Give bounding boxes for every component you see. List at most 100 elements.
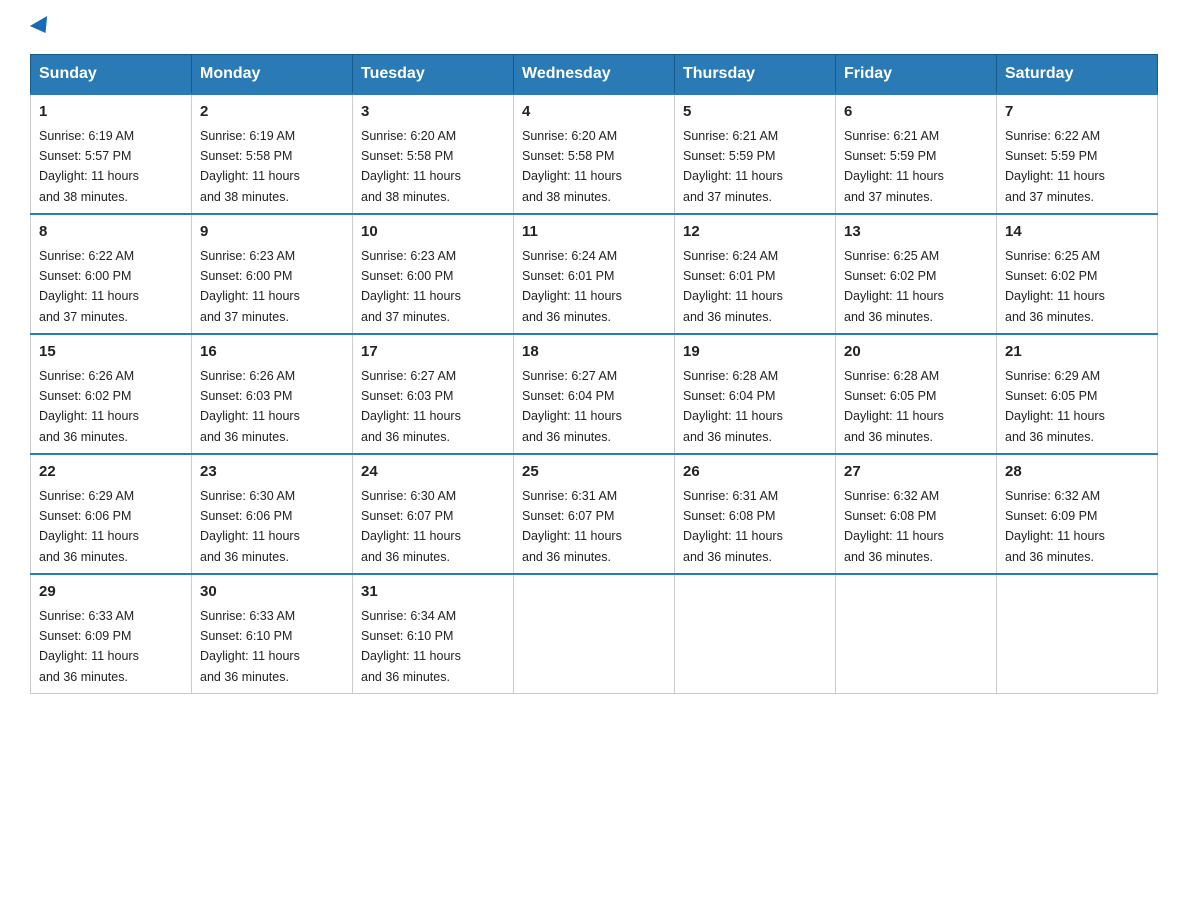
day-info: Sunrise: 6:23 AMSunset: 6:00 PMDaylight:… (200, 249, 300, 324)
calendar-day-cell: 12 Sunrise: 6:24 AMSunset: 6:01 PMDaylig… (675, 214, 836, 334)
day-number: 28 (1005, 461, 1149, 484)
day-info: Sunrise: 6:21 AMSunset: 5:59 PMDaylight:… (844, 129, 944, 204)
day-number: 8 (39, 221, 183, 244)
calendar-day-cell: 19 Sunrise: 6:28 AMSunset: 6:04 PMDaylig… (675, 334, 836, 454)
day-number: 3 (361, 101, 505, 124)
day-info: Sunrise: 6:20 AMSunset: 5:58 PMDaylight:… (361, 129, 461, 204)
day-info: Sunrise: 6:30 AMSunset: 6:06 PMDaylight:… (200, 489, 300, 564)
calendar-day-cell: 8 Sunrise: 6:22 AMSunset: 6:00 PMDayligh… (31, 214, 192, 334)
calendar-day-cell: 24 Sunrise: 6:30 AMSunset: 6:07 PMDaylig… (353, 454, 514, 574)
calendar-week-row: 8 Sunrise: 6:22 AMSunset: 6:00 PMDayligh… (31, 214, 1158, 334)
day-number: 15 (39, 341, 183, 364)
calendar-day-cell: 2 Sunrise: 6:19 AMSunset: 5:58 PMDayligh… (192, 94, 353, 214)
day-info: Sunrise: 6:33 AMSunset: 6:09 PMDaylight:… (39, 609, 139, 684)
day-info: Sunrise: 6:31 AMSunset: 6:07 PMDaylight:… (522, 489, 622, 564)
day-info: Sunrise: 6:28 AMSunset: 6:04 PMDaylight:… (683, 369, 783, 444)
calendar-day-cell: 7 Sunrise: 6:22 AMSunset: 5:59 PMDayligh… (997, 94, 1158, 214)
calendar-day-cell: 22 Sunrise: 6:29 AMSunset: 6:06 PMDaylig… (31, 454, 192, 574)
day-number: 10 (361, 221, 505, 244)
day-number: 13 (844, 221, 988, 244)
day-number: 20 (844, 341, 988, 364)
day-of-week-header: Thursday (675, 55, 836, 95)
day-info: Sunrise: 6:19 AMSunset: 5:57 PMDaylight:… (39, 129, 139, 204)
calendar-header-row: SundayMondayTuesdayWednesdayThursdayFrid… (31, 55, 1158, 95)
calendar-day-cell: 28 Sunrise: 6:32 AMSunset: 6:09 PMDaylig… (997, 454, 1158, 574)
day-number: 19 (683, 341, 827, 364)
day-number: 23 (200, 461, 344, 484)
calendar-day-cell: 3 Sunrise: 6:20 AMSunset: 5:58 PMDayligh… (353, 94, 514, 214)
day-info: Sunrise: 6:32 AMSunset: 6:09 PMDaylight:… (1005, 489, 1105, 564)
day-number: 30 (200, 581, 344, 604)
day-number: 26 (683, 461, 827, 484)
day-info: Sunrise: 6:27 AMSunset: 6:04 PMDaylight:… (522, 369, 622, 444)
calendar-day-cell (997, 574, 1158, 694)
day-number: 12 (683, 221, 827, 244)
calendar-day-cell: 30 Sunrise: 6:33 AMSunset: 6:10 PMDaylig… (192, 574, 353, 694)
day-info: Sunrise: 6:22 AMSunset: 6:00 PMDaylight:… (39, 249, 139, 324)
day-info: Sunrise: 6:26 AMSunset: 6:02 PMDaylight:… (39, 369, 139, 444)
calendar-day-cell: 20 Sunrise: 6:28 AMSunset: 6:05 PMDaylig… (836, 334, 997, 454)
day-info: Sunrise: 6:26 AMSunset: 6:03 PMDaylight:… (200, 369, 300, 444)
calendar-day-cell: 21 Sunrise: 6:29 AMSunset: 6:05 PMDaylig… (997, 334, 1158, 454)
day-of-week-header: Tuesday (353, 55, 514, 95)
day-info: Sunrise: 6:34 AMSunset: 6:10 PMDaylight:… (361, 609, 461, 684)
day-number: 25 (522, 461, 666, 484)
day-info: Sunrise: 6:28 AMSunset: 6:05 PMDaylight:… (844, 369, 944, 444)
calendar-day-cell: 29 Sunrise: 6:33 AMSunset: 6:09 PMDaylig… (31, 574, 192, 694)
calendar-day-cell: 13 Sunrise: 6:25 AMSunset: 6:02 PMDaylig… (836, 214, 997, 334)
calendar-day-cell: 5 Sunrise: 6:21 AMSunset: 5:59 PMDayligh… (675, 94, 836, 214)
day-number: 31 (361, 581, 505, 604)
calendar-day-cell (675, 574, 836, 694)
day-of-week-header: Wednesday (514, 55, 675, 95)
calendar-day-cell: 25 Sunrise: 6:31 AMSunset: 6:07 PMDaylig… (514, 454, 675, 574)
day-info: Sunrise: 6:19 AMSunset: 5:58 PMDaylight:… (200, 129, 300, 204)
day-info: Sunrise: 6:29 AMSunset: 6:06 PMDaylight:… (39, 489, 139, 564)
calendar-day-cell: 15 Sunrise: 6:26 AMSunset: 6:02 PMDaylig… (31, 334, 192, 454)
calendar-day-cell: 10 Sunrise: 6:23 AMSunset: 6:00 PMDaylig… (353, 214, 514, 334)
logo-triangle-icon (30, 16, 54, 38)
calendar-day-cell: 26 Sunrise: 6:31 AMSunset: 6:08 PMDaylig… (675, 454, 836, 574)
day-number: 5 (683, 101, 827, 124)
calendar-day-cell: 16 Sunrise: 6:26 AMSunset: 6:03 PMDaylig… (192, 334, 353, 454)
day-number: 24 (361, 461, 505, 484)
calendar-day-cell: 23 Sunrise: 6:30 AMSunset: 6:06 PMDaylig… (192, 454, 353, 574)
day-info: Sunrise: 6:32 AMSunset: 6:08 PMDaylight:… (844, 489, 944, 564)
day-number: 4 (522, 101, 666, 124)
page-header (30, 20, 1158, 34)
day-number: 9 (200, 221, 344, 244)
day-info: Sunrise: 6:27 AMSunset: 6:03 PMDaylight:… (361, 369, 461, 444)
calendar-day-cell: 27 Sunrise: 6:32 AMSunset: 6:08 PMDaylig… (836, 454, 997, 574)
day-info: Sunrise: 6:23 AMSunset: 6:00 PMDaylight:… (361, 249, 461, 324)
day-number: 14 (1005, 221, 1149, 244)
calendar-table: SundayMondayTuesdayWednesdayThursdayFrid… (30, 54, 1158, 694)
calendar-day-cell: 17 Sunrise: 6:27 AMSunset: 6:03 PMDaylig… (353, 334, 514, 454)
day-info: Sunrise: 6:20 AMSunset: 5:58 PMDaylight:… (522, 129, 622, 204)
day-of-week-header: Saturday (997, 55, 1158, 95)
calendar-day-cell: 14 Sunrise: 6:25 AMSunset: 6:02 PMDaylig… (997, 214, 1158, 334)
calendar-day-cell: 18 Sunrise: 6:27 AMSunset: 6:04 PMDaylig… (514, 334, 675, 454)
day-info: Sunrise: 6:24 AMSunset: 6:01 PMDaylight:… (522, 249, 622, 324)
logo (30, 20, 52, 34)
day-info: Sunrise: 6:33 AMSunset: 6:10 PMDaylight:… (200, 609, 300, 684)
calendar-day-cell (836, 574, 997, 694)
day-number: 6 (844, 101, 988, 124)
calendar-week-row: 1 Sunrise: 6:19 AMSunset: 5:57 PMDayligh… (31, 94, 1158, 214)
day-info: Sunrise: 6:22 AMSunset: 5:59 PMDaylight:… (1005, 129, 1105, 204)
calendar-week-row: 22 Sunrise: 6:29 AMSunset: 6:06 PMDaylig… (31, 454, 1158, 574)
calendar-day-cell: 4 Sunrise: 6:20 AMSunset: 5:58 PMDayligh… (514, 94, 675, 214)
calendar-day-cell: 31 Sunrise: 6:34 AMSunset: 6:10 PMDaylig… (353, 574, 514, 694)
day-info: Sunrise: 6:25 AMSunset: 6:02 PMDaylight:… (1005, 249, 1105, 324)
day-number: 17 (361, 341, 505, 364)
calendar-day-cell (514, 574, 675, 694)
day-info: Sunrise: 6:21 AMSunset: 5:59 PMDaylight:… (683, 129, 783, 204)
day-number: 2 (200, 101, 344, 124)
calendar-day-cell: 6 Sunrise: 6:21 AMSunset: 5:59 PMDayligh… (836, 94, 997, 214)
day-info: Sunrise: 6:31 AMSunset: 6:08 PMDaylight:… (683, 489, 783, 564)
day-number: 16 (200, 341, 344, 364)
day-info: Sunrise: 6:25 AMSunset: 6:02 PMDaylight:… (844, 249, 944, 324)
day-number: 11 (522, 221, 666, 244)
day-number: 7 (1005, 101, 1149, 124)
day-number: 22 (39, 461, 183, 484)
calendar-week-row: 29 Sunrise: 6:33 AMSunset: 6:09 PMDaylig… (31, 574, 1158, 694)
day-info: Sunrise: 6:24 AMSunset: 6:01 PMDaylight:… (683, 249, 783, 324)
